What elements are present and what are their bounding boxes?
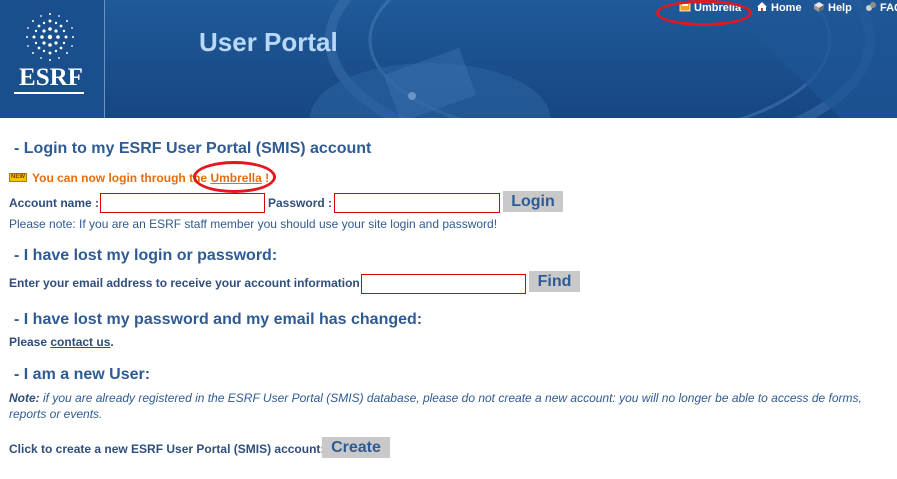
staff-note: Please note: If you are an ESRF staff me…: [9, 217, 498, 231]
page-title: User Portal: [199, 27, 338, 57]
note-text: if you are already registered in the ESR…: [9, 391, 862, 421]
find-button[interactable]: Find: [529, 271, 580, 292]
nav-faq-label: FAQ: [880, 2, 897, 14]
logo-starburst-icon: [26, 13, 74, 61]
nav-home-label: Home: [771, 2, 802, 14]
email-label: Enter your email address to receive your…: [9, 276, 364, 290]
login-heading: - Login to my ESRF User Portal (SMIS) ac…: [14, 140, 372, 157]
contact-suffix: .: [110, 335, 114, 349]
lost-login-heading: - I have lost my login or password:: [14, 247, 278, 264]
nav-home-link[interactable]: Home: [756, 1, 802, 15]
password-input[interactable]: [334, 193, 500, 213]
help-icon: [813, 1, 825, 12]
annotation-circle-umbrella-nav: [656, 0, 752, 26]
umbrella-notice-prefix: You can now login through the: [32, 171, 211, 185]
faq-icon: [865, 1, 877, 12]
nav-help-link[interactable]: Help: [813, 1, 852, 15]
header-decoration: [310, 0, 897, 118]
create-button[interactable]: Create: [322, 437, 390, 458]
email-changed-heading: - I have lost my password and my email h…: [14, 311, 423, 328]
logo-underline: [14, 92, 84, 94]
create-account-label: Click to create a new ESRF User Portal (…: [9, 442, 325, 456]
account-name-input[interactable]: [100, 193, 265, 213]
new-user-heading: - I am a new User:: [14, 366, 151, 383]
header-banner: ESRF User Portal Umbrella Home Help FAQ: [0, 0, 897, 118]
new-badge-icon: NEW: [9, 173, 27, 182]
email-input[interactable]: [361, 274, 526, 294]
note-label: Note:: [9, 391, 40, 405]
contact-line: Please contact us.: [9, 335, 114, 349]
contact-us-link[interactable]: contact us: [50, 335, 110, 349]
logo-text: ESRF: [19, 64, 83, 91]
annotation-circle-umbrella-link: [193, 161, 276, 193]
new-user-note: Note: if you are already registered in t…: [9, 390, 897, 422]
login-button[interactable]: Login: [503, 191, 563, 212]
nav-help-label: Help: [828, 2, 852, 14]
esrf-logo[interactable]: ESRF: [0, 0, 105, 118]
account-name-label: Account name :: [9, 196, 100, 210]
contact-prefix: Please: [9, 335, 51, 349]
nav-faq-link[interactable]: FAQ: [865, 1, 897, 15]
home-icon: [756, 1, 768, 12]
password-label: Password :: [268, 196, 333, 210]
